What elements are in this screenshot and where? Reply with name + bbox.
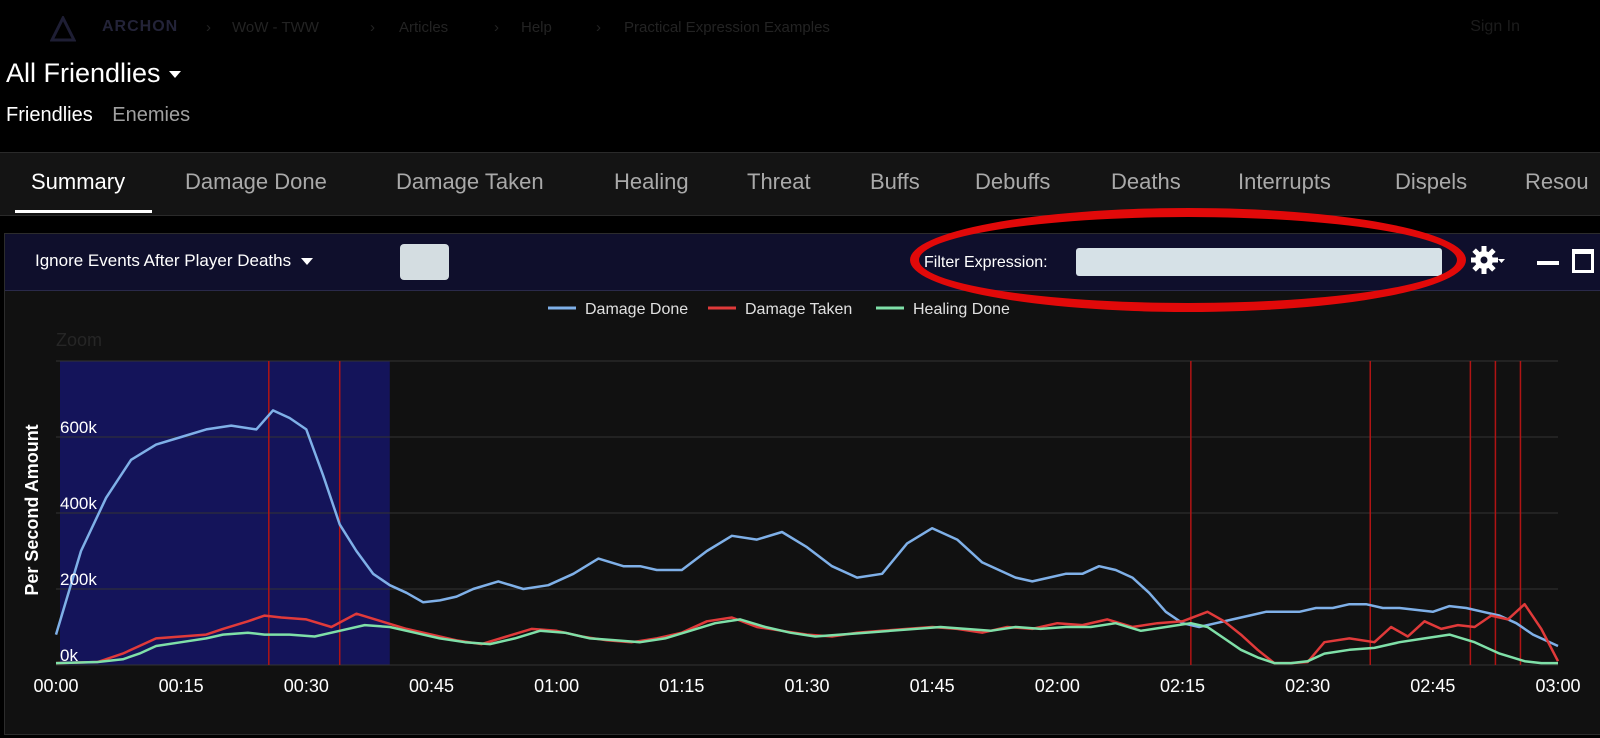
x-tick-label: 02:45 bbox=[1410, 676, 1455, 696]
y-tick-label: 400k bbox=[60, 494, 97, 513]
highlight-annotation-oval bbox=[910, 208, 1466, 312]
legend-item-label[interactable]: Healing Done bbox=[913, 301, 1010, 318]
tab-damage-done[interactable]: Damage Done bbox=[185, 169, 327, 195]
breadcrumb-articles[interactable]: Articles bbox=[399, 19, 448, 36]
tab-threat[interactable]: Threat bbox=[747, 169, 811, 195]
tab-healing[interactable]: Healing bbox=[614, 169, 689, 195]
x-tick-label: 03:00 bbox=[1535, 676, 1580, 696]
x-tick-label: 01:30 bbox=[784, 676, 829, 696]
gear-icon[interactable] bbox=[1471, 245, 1505, 279]
graph-legend: Damage Done Damage Taken Healing Done bbox=[548, 301, 1010, 318]
archon-logo-icon[interactable] bbox=[50, 16, 76, 42]
x-tick-label: 00:00 bbox=[33, 676, 78, 696]
x-tick-label: 02:15 bbox=[1160, 676, 1205, 696]
brand-name[interactable]: ARCHON bbox=[102, 18, 178, 36]
breadcrumb-current-article[interactable]: Practical Expression Examples bbox=[624, 19, 830, 36]
toggle-button[interactable] bbox=[400, 244, 449, 280]
tab-deaths[interactable]: Deaths bbox=[1111, 169, 1181, 195]
tab-damage-taken[interactable]: Damage Taken bbox=[396, 169, 544, 195]
tab-dispels[interactable]: Dispels bbox=[1395, 169, 1467, 195]
tab-interrupts[interactable]: Interrupts bbox=[1238, 169, 1331, 195]
breadcrumb-help[interactable]: Help bbox=[521, 19, 552, 36]
y-axis-title: Per Second Amount bbox=[22, 424, 42, 595]
top-navigation: ARCHON › WoW - TWW › Articles › Help › P… bbox=[0, 0, 1600, 58]
subtab-friendlies[interactable]: Friendlies bbox=[6, 104, 93, 126]
tab-buffs[interactable]: Buffs bbox=[870, 169, 920, 195]
tab-summary[interactable]: Summary bbox=[31, 169, 125, 195]
x-tick-label: 01:00 bbox=[534, 676, 579, 696]
y-tick-label: 0k bbox=[60, 646, 78, 665]
faction-subtabs: Friendlies Enemies bbox=[6, 104, 204, 127]
zoom-label[interactable]: Zoom bbox=[56, 330, 102, 350]
maximize-icon[interactable] bbox=[1572, 249, 1594, 273]
ignore-events-label: Ignore Events After Player Deaths bbox=[35, 251, 292, 270]
chevron-down-icon bbox=[301, 258, 314, 266]
y-tick-label: 200k bbox=[60, 570, 97, 589]
breadcrumb-game[interactable]: WoW - TWW bbox=[232, 19, 319, 36]
damage-healing-graph[interactable]: 0k 200k 400k 600k 00:00 00:15 00:30 00:45 01:00… bbox=[0, 290, 1600, 735]
chevron-down-icon bbox=[168, 71, 181, 79]
subtab-enemies[interactable]: Enemies bbox=[112, 104, 190, 126]
x-tick-label: 01:45 bbox=[910, 676, 955, 696]
report-tab-bar: Summary Damage Done Damage Taken Healing… bbox=[0, 152, 1600, 216]
page-title[interactable]: All Friendlies bbox=[6, 58, 181, 89]
legend-item-label[interactable]: Damage Done bbox=[585, 301, 688, 318]
active-tab-indicator bbox=[15, 210, 152, 213]
tab-debuffs[interactable]: Debuffs bbox=[975, 169, 1050, 195]
x-tick-label: 00:30 bbox=[284, 676, 329, 696]
x-tick-label: 01:15 bbox=[659, 676, 704, 696]
minimize-icon[interactable] bbox=[1537, 261, 1559, 265]
x-axis: 00:00 00:15 00:30 00:45 01:00 01:15 01:30 01:45… bbox=[33, 676, 1580, 696]
y-tick-label: 600k bbox=[60, 418, 97, 437]
legend-item-label[interactable]: Damage Taken bbox=[745, 301, 852, 318]
tab-resources[interactable]: Resou bbox=[1525, 169, 1589, 195]
x-tick-label: 00:15 bbox=[159, 676, 204, 696]
x-tick-label: 00:45 bbox=[409, 676, 454, 696]
sign-in-link[interactable]: Sign In bbox=[1470, 18, 1520, 36]
page-title-text: All Friendlies bbox=[6, 58, 161, 88]
x-tick-label: 02:00 bbox=[1035, 676, 1080, 696]
x-tick-label: 02:30 bbox=[1285, 676, 1330, 696]
ignore-events-dropdown[interactable]: Ignore Events After Player Deaths bbox=[35, 251, 314, 271]
